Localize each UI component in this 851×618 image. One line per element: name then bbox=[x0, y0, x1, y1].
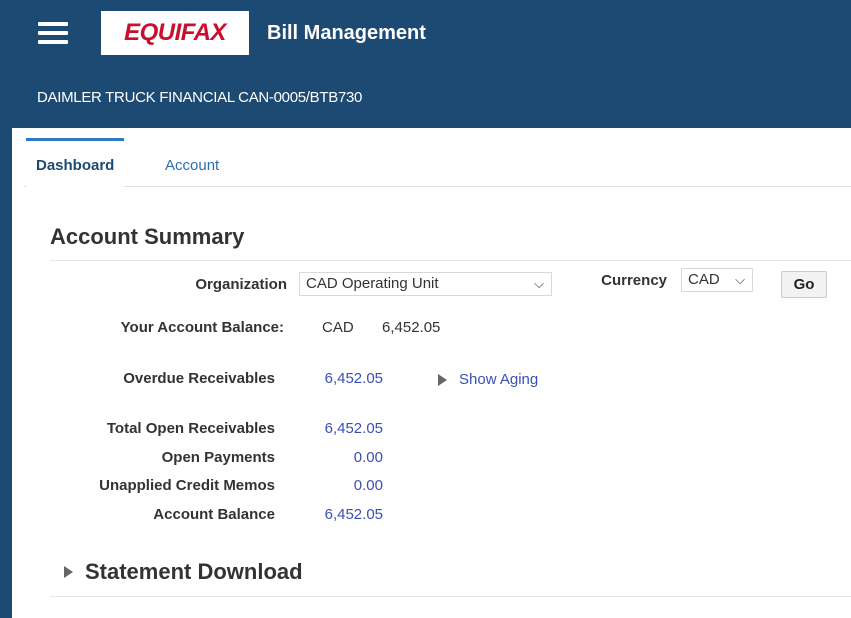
currency-selected-value: CAD bbox=[688, 271, 720, 288]
unapplied-credit-memos-link[interactable]: 0.00 bbox=[292, 477, 383, 494]
overdue-receivables-label: Overdue Receivables bbox=[123, 370, 275, 387]
show-aging-link[interactable]: Show Aging bbox=[459, 371, 538, 388]
section-divider bbox=[50, 596, 851, 597]
tab-dashboard[interactable]: Dashboard bbox=[26, 138, 125, 188]
logo-text: EQUIFAX bbox=[124, 19, 226, 46]
overdue-receivables-link[interactable]: 6,452.05 bbox=[292, 370, 383, 387]
total-open-receivables-label: Total Open Receivables bbox=[106, 420, 275, 437]
tab-account[interactable]: Account bbox=[155, 138, 229, 185]
chevron-down-icon: ⌵ bbox=[735, 272, 745, 287]
tab-bar: Dashboard Account bbox=[24, 138, 851, 188]
currency-select[interactable]: CAD ⌵ bbox=[681, 268, 753, 292]
app-header: EQUIFAX Bill Management DAIMLER TRUCK FI… bbox=[12, 0, 851, 128]
account-balance-label: Account Balance bbox=[153, 506, 275, 523]
total-open-receivables-link[interactable]: 6,452.05 bbox=[292, 420, 383, 437]
chevron-down-icon: ⌵ bbox=[534, 276, 544, 291]
organization-select[interactable]: CAD Operating Unit ⌵ bbox=[299, 272, 552, 296]
app-title: Bill Management bbox=[267, 22, 426, 44]
unapplied-credit-memos-label: Unapplied Credit Memos bbox=[99, 477, 275, 494]
open-payments-label: Open Payments bbox=[161, 449, 275, 466]
open-payments-link[interactable]: 0.00 bbox=[292, 449, 383, 466]
account-name: DAIMLER TRUCK FINANCIAL CAN-0005/BTB730 bbox=[37, 89, 363, 106]
organization-label: Organization bbox=[195, 276, 287, 293]
balance-currency: CAD bbox=[322, 319, 354, 336]
statement-download-toggle[interactable]: Statement Download bbox=[85, 559, 303, 585]
account-balance-link[interactable]: 6,452.05 bbox=[292, 506, 383, 523]
currency-label: Currency bbox=[601, 272, 667, 289]
organization-selected-value: CAD Operating Unit bbox=[306, 275, 439, 292]
go-button[interactable]: Go bbox=[781, 271, 827, 298]
triangle-right-icon[interactable] bbox=[64, 566, 73, 578]
your-balance-label: Your Account Balance: bbox=[120, 319, 284, 336]
main-content: Dashboard Account Account Summary Organi… bbox=[12, 128, 851, 618]
section-divider bbox=[50, 260, 851, 261]
hamburger-menu-icon[interactable] bbox=[38, 22, 68, 44]
triangle-right-icon[interactable] bbox=[438, 374, 447, 386]
equifax-logo[interactable]: EQUIFAX bbox=[101, 11, 249, 55]
account-summary-title: Account Summary bbox=[50, 224, 245, 249]
balance-value: 6,452.05 bbox=[382, 319, 441, 336]
